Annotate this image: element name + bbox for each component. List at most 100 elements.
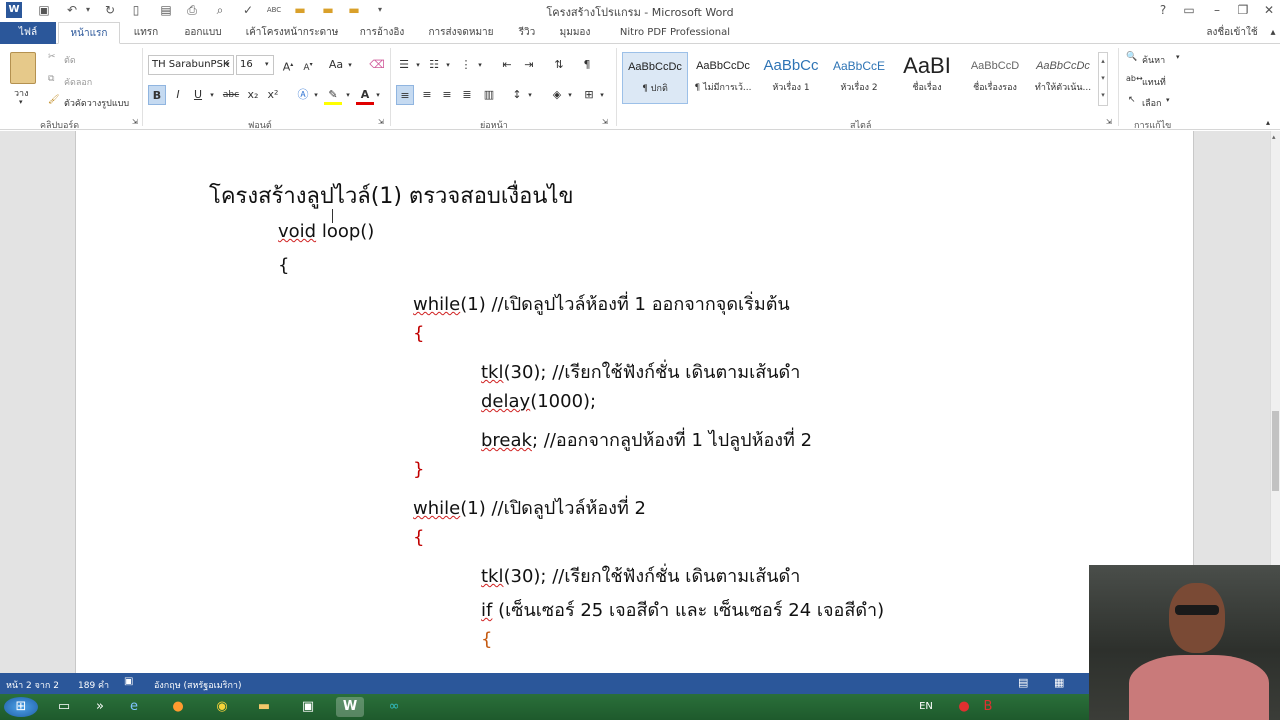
strikethrough-button[interactable]: abc (220, 85, 242, 105)
read-mode-icon[interactable]: ▤ (1018, 676, 1028, 689)
proofing-icon[interactable]: ▣ (124, 676, 133, 687)
document-page[interactable]: โครงสร้างลูปไวล์(1) ตรวจสอบเงื่อนไข void… (75, 131, 1194, 673)
close-button[interactable]: ✕ (1258, 2, 1280, 18)
bold-button[interactable]: B (148, 85, 166, 105)
replace-button[interactable]: แทนที่ (1142, 75, 1166, 89)
align-center-icon[interactable]: ≡ (418, 85, 436, 105)
underline-button[interactable]: U (190, 85, 206, 105)
language-indicator[interactable]: EN (912, 697, 940, 717)
numbering-dropdown-icon[interactable]: ▾ (444, 55, 452, 75)
font-launcher-icon[interactable]: ⇲ (378, 118, 384, 126)
change-case-dropdown-icon[interactable]: ▾ (346, 55, 354, 75)
style-heading-1[interactable]: AaBbCc หัวเรื่อง 1 (758, 52, 824, 104)
tab-design[interactable]: ออกแบบ (176, 22, 230, 44)
tab-file[interactable]: ไฟล์ (0, 22, 56, 44)
code-line[interactable]: while(1) //เปิดลูปไวล์ห้องที่ 2 (413, 493, 646, 522)
select-icon[interactable]: ↖ (1128, 95, 1136, 105)
code-line[interactable]: delay(1000); (481, 391, 596, 412)
folder-icon[interactable]: ▬ (250, 697, 278, 717)
code-line[interactable]: while(1) //เปิดลูปไวล์ห้องที่ 1 ออกจากจุ… (413, 289, 790, 318)
cut-icon[interactable]: ✂ (48, 52, 56, 62)
bullets-dropdown-icon[interactable]: ▾ (414, 55, 422, 75)
find-icon[interactable]: 🔍 (1126, 52, 1137, 62)
borders-dropdown-icon[interactable]: ▾ (598, 85, 606, 105)
numbering-icon[interactable]: ☷ (426, 55, 442, 75)
bullets-icon[interactable]: ☰ (396, 55, 412, 75)
subscript-button[interactable]: x₂ (244, 85, 262, 105)
firefox-icon[interactable]: ● (164, 697, 192, 717)
find-dropdown-icon[interactable]: ▾ (1176, 53, 1180, 61)
copy-button[interactable]: คัดลอก (64, 75, 92, 89)
tab-layout[interactable]: เค้าโครงหน้ากระดาษ (240, 22, 344, 44)
styles-launcher-icon[interactable]: ⇲ (1106, 118, 1112, 126)
word-count[interactable]: 189 คำ (78, 678, 109, 692)
font-size-dropdown-icon[interactable]: ▾ (265, 60, 269, 68)
justify-icon[interactable]: ≣ (458, 85, 476, 105)
code-line[interactable]: { (413, 323, 424, 344)
document-area[interactable]: โครงสร้างลูปไวล์(1) ตรวจสอบเงื่อนไข void… (0, 131, 1270, 673)
line-spacing-dropdown-icon[interactable]: ▾ (526, 85, 534, 105)
file-explorer-icon[interactable]: ▭ (50, 697, 78, 717)
line-spacing-icon[interactable]: ↕ (508, 85, 526, 105)
cut-button[interactable]: ตัด (64, 53, 76, 67)
superscript-button[interactable]: x² (264, 85, 282, 105)
copy-icon[interactable]: ⧉ (48, 74, 54, 84)
scrollbar-thumb[interactable] (1272, 411, 1279, 491)
language-indicator[interactable]: อังกฤษ (สหรัฐอเมริกา) (154, 678, 242, 692)
find-button[interactable]: ค้นหา (1142, 53, 1165, 67)
sort-icon[interactable]: ⇅ (550, 55, 568, 75)
signin-link[interactable]: ลงชื่อเข้าใช้ (1200, 22, 1264, 44)
multilevel-dropdown-icon[interactable]: ▾ (476, 55, 484, 75)
style-subtle-emphasis[interactable]: AaBbCcDc ทำให้ตัวเน้น... (1030, 52, 1096, 104)
style-title[interactable]: AaBI ชื่อเรื่อง (894, 52, 960, 104)
code-line[interactable]: { (481, 629, 492, 650)
font-name-dropdown-icon[interactable]: ▾ (226, 60, 230, 68)
collapse-ribbon-icon[interactable]: ▴ (1266, 118, 1270, 127)
clear-formatting-icon[interactable]: ⌫ (368, 55, 386, 75)
replace-icon[interactable]: ab↔ (1126, 74, 1143, 83)
borders-icon[interactable]: ⊞ (580, 85, 598, 105)
tab-mailings[interactable]: การส่งจดหมาย (422, 22, 500, 44)
multilevel-list-icon[interactable]: ⋮ (458, 55, 474, 75)
app-icon[interactable]: ▣ (294, 697, 322, 717)
print-layout-icon[interactable]: ▦ (1054, 676, 1064, 689)
scroll-up-arrow-icon[interactable]: ▴ (1272, 133, 1276, 141)
ie-icon[interactable]: e (120, 697, 148, 717)
paste-icon[interactable] (10, 52, 36, 84)
highlight-dropdown-icon[interactable]: ▾ (344, 85, 352, 105)
decrease-indent-icon[interactable]: ⇤ (498, 55, 516, 75)
font-color-dropdown-icon[interactable]: ▾ (374, 85, 382, 105)
grow-font-icon[interactable]: A▴ (280, 55, 296, 75)
shading-dropdown-icon[interactable]: ▾ (566, 85, 574, 105)
tab-insert[interactable]: แทรก (124, 22, 168, 44)
start-orb-icon[interactable]: ⊞ (4, 697, 38, 717)
select-dropdown-icon[interactable]: ▾ (1166, 96, 1170, 104)
format-painter-button[interactable]: ตัวคัดวางรูปแบบ (64, 96, 129, 110)
align-left-icon[interactable]: ≡ (396, 85, 414, 105)
paste-dropdown-icon[interactable]: ▾ (19, 98, 23, 106)
code-line[interactable]: tkl(30); //เรียกใช้ฟังก์ชั่น เดินตามเส้น… (481, 357, 800, 386)
show-marks-button[interactable]: ¶ (578, 55, 596, 75)
font-color-icon[interactable]: A (356, 85, 374, 105)
chrome-icon[interactable]: ◉ (208, 697, 236, 717)
ribbon-display-button[interactable]: ▭ (1178, 2, 1200, 18)
distributed-icon[interactable]: ▥ (480, 85, 498, 105)
tray-record-icon[interactable]: ● (954, 697, 974, 717)
styles-scroll[interactable]: ▴ ▾ ▾ (1098, 52, 1108, 106)
text-effects-icon[interactable]: Ⓐ (294, 85, 312, 105)
document-heading[interactable]: โครงสร้างลูปไวล์(1) ตรวจสอบเงื่อนไข (209, 178, 574, 213)
chevron-icon[interactable]: » (86, 697, 114, 717)
change-case-button[interactable]: Aa (326, 55, 346, 75)
align-right-icon[interactable]: ≡ (438, 85, 456, 105)
italic-button[interactable]: I (170, 85, 186, 105)
code-line[interactable]: { (278, 255, 289, 276)
tab-home[interactable]: หน้าแรก (58, 22, 120, 44)
tab-view[interactable]: มุมมอง (552, 22, 598, 44)
paragraph-launcher-icon[interactable]: ⇲ (602, 118, 608, 126)
scroll-up-icon[interactable]: ▴ (1266, 22, 1280, 44)
font-name-select[interactable]: TH SarabunPSK (148, 55, 234, 75)
tray-app-icon[interactable]: B (978, 697, 998, 717)
style-heading-2[interactable]: AaBbCcE หัวเรื่อง 2 (826, 52, 892, 104)
code-line[interactable]: break; //ออกจากลูปห้องที่ 1 ไปลูปห้องที่… (481, 425, 812, 454)
word-icon[interactable]: W (336, 697, 364, 717)
